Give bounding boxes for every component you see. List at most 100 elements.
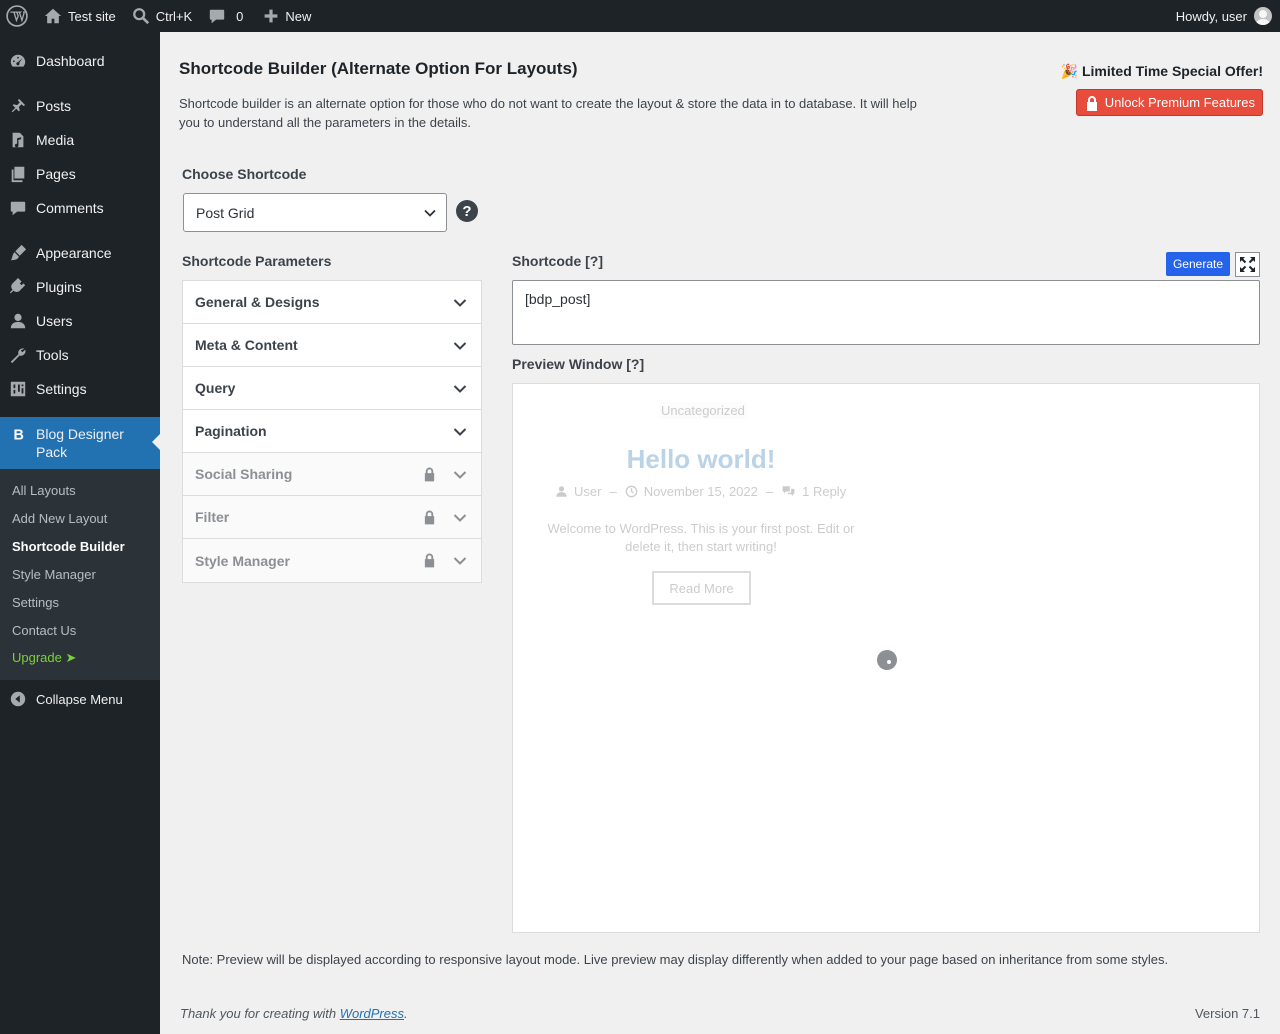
sidebar-label: Users (36, 313, 73, 329)
chevron-down-icon (453, 514, 467, 522)
clock-icon (625, 485, 638, 498)
howdy-text: Howdy, user (1175, 8, 1247, 24)
wordpress-logo-icon (6, 5, 28, 27)
accordion-meta-content[interactable]: Meta & Content (183, 324, 481, 367)
sidebar-label: Pages (36, 166, 76, 182)
submenu-item-all-layouts[interactable]: All Layouts (0, 476, 160, 504)
footer-thanks: Thank you for creating with WordPress. (180, 1006, 408, 1021)
choose-shortcode-label: Choose Shortcode (182, 166, 307, 182)
collapse-icon (9, 690, 27, 708)
sidebar-label: Media (36, 132, 75, 148)
sidebar-item-tools[interactable]: Tools (0, 338, 160, 372)
sidebar-item-appearance[interactable]: Appearance (0, 236, 160, 270)
sidebar-label: Plugins (36, 279, 82, 295)
sidebar-label: Posts (36, 98, 72, 114)
wordpress-link[interactable]: WordPress (340, 1006, 404, 1021)
preview-post-meta: User – November 15, 2022 – 1 Reply (555, 484, 846, 499)
comment-icon (9, 199, 27, 217)
sidebar-submenu: All Layouts Add New Layout Shortcode Bui… (0, 469, 160, 680)
accordion-label: Meta & Content (195, 337, 298, 353)
sidebar-label: Appearance (36, 245, 112, 261)
submenu-item-add-new-layout[interactable]: Add New Layout (0, 504, 160, 532)
fullscreen-button[interactable] (1235, 252, 1260, 277)
preview-note: Note: Preview will be displayed accordin… (182, 952, 1169, 967)
accordion-filter[interactable]: Filter (183, 496, 481, 539)
user-icon (556, 486, 567, 497)
sidebar-item-comments[interactable]: Comments (0, 191, 160, 225)
chevron-down-icon (453, 385, 467, 393)
user-icon (9, 312, 27, 330)
preview-comments: 1 Reply (802, 484, 847, 499)
lock-icon (1086, 95, 1097, 111)
sidebar-item-users[interactable]: Users (0, 304, 160, 338)
submenu-item-contact-us[interactable]: Contact Us (0, 616, 160, 644)
accordion-general-designs[interactable]: General & Designs (183, 281, 481, 324)
chevron-down-icon (424, 209, 436, 217)
accordion-label: Style Manager (195, 552, 290, 569)
dashboard-icon (9, 52, 27, 70)
sidebar-label: Comments (36, 200, 104, 216)
accordion-label: General & Designs (195, 294, 320, 310)
sidebar-label: Settings (36, 381, 87, 397)
comments-link[interactable]: 0 (200, 0, 251, 32)
generate-button[interactable]: Generate (1166, 252, 1230, 276)
command-palette-button[interactable]: Ctrl+K (124, 0, 200, 32)
comment-icon (209, 9, 225, 24)
fullscreen-icon (1240, 257, 1255, 272)
comments-count: 0 (236, 8, 244, 24)
submenu-item-upgrade[interactable]: Upgrade ➤ (0, 644, 160, 672)
sidebar-item-settings[interactable]: Settings (0, 372, 160, 406)
main-content: Shortcode Builder (Alternate Option For … (160, 32, 1280, 1034)
preview-date: November 15, 2022 (643, 484, 758, 499)
shortcode-textarea[interactable]: [bdp_post] (512, 280, 1260, 345)
shortcode-select[interactable]: Post Grid (183, 193, 447, 232)
sidebar-item-dashboard[interactable]: Dashboard (0, 44, 160, 78)
sidebar-label: Tools (36, 347, 69, 363)
preview-window: Uncategorized Hello world! User – Novemb… (512, 383, 1260, 933)
sidebar-item-plugins[interactable]: Plugins (0, 270, 160, 304)
lock-icon (424, 510, 435, 525)
sidebar-item-pages[interactable]: Pages (0, 157, 160, 191)
preview-read-more-button: Read More (652, 571, 751, 605)
brush-icon (9, 244, 27, 262)
site-name-link[interactable]: Test site (36, 0, 124, 32)
preview-category: Uncategorized (659, 402, 747, 419)
admin-sidebar: Dashboard Posts Media Pages Comments App… (0, 32, 160, 1034)
page-description: Shortcode builder is an alternate option… (179, 96, 917, 130)
unlock-premium-button[interactable]: Unlock Premium Features (1075, 89, 1263, 116)
accordion-label: Social Sharing (195, 466, 293, 482)
search-icon (132, 8, 149, 25)
preview-author: User (574, 484, 602, 499)
accordion-social-sharing[interactable]: Social Sharing (183, 453, 481, 496)
lock-icon (424, 467, 435, 482)
submenu-item-shortcode-builder[interactable]: Shortcode Builder (0, 532, 160, 560)
chevron-down-icon (453, 342, 467, 350)
new-content-button[interactable]: New (255, 0, 319, 32)
collapse-menu-button[interactable]: Collapse Menu (0, 682, 160, 716)
submenu-item-settings[interactable]: Settings (0, 588, 160, 616)
accordion-pagination[interactable]: Pagination (183, 410, 481, 453)
collapse-label: Collapse Menu (36, 691, 123, 707)
sidebar-label: Dashboard (36, 53, 105, 69)
parameters-accordion: General & Designs Meta & Content Query P… (182, 280, 482, 583)
help-icon[interactable]: ? (456, 200, 478, 222)
my-account-link[interactable]: Howdy, user (1176, 7, 1280, 25)
accordion-style-manager[interactable]: Style Manager (183, 539, 481, 582)
sidebar-item-posts[interactable]: Posts (0, 89, 160, 123)
wrench-icon (9, 346, 27, 364)
sidebar-item-media[interactable]: Media (0, 123, 160, 157)
submenu-item-style-manager[interactable]: Style Manager (0, 560, 160, 588)
pages-icon (9, 165, 27, 183)
shortcode-label[interactable]: Shortcode [?] (512, 253, 603, 269)
comments-icon (782, 486, 795, 497)
site-name: Test site (68, 8, 116, 24)
wordpress-logo-button[interactable] (0, 0, 36, 32)
accordion-query[interactable]: Query (183, 367, 481, 410)
preview-window-label[interactable]: Preview Window [?] (512, 356, 644, 372)
admin-bar: Test site Ctrl+K 0 New Howdy, user (0, 0, 1280, 32)
search-shortcut: Ctrl+K (155, 8, 193, 24)
media-icon (9, 131, 27, 149)
svg-text:B: B (14, 427, 24, 443)
sidebar-item-blog-designer-pack[interactable]: B Blog Designer Pack (0, 417, 160, 469)
lock-icon (424, 553, 435, 568)
